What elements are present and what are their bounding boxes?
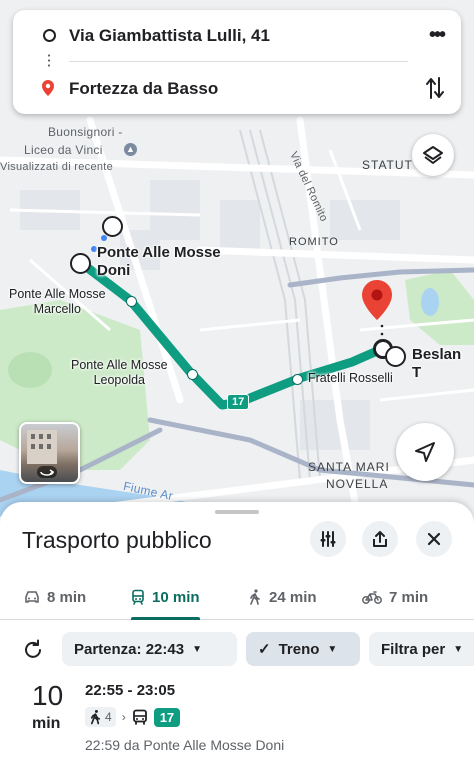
refresh-icon[interactable] xyxy=(22,639,44,661)
walk-icon xyxy=(90,709,101,725)
route-stop-marcello[interactable] xyxy=(126,296,137,307)
destination-pin-icon[interactable] xyxy=(362,280,392,320)
map-label-novella: NOVELLA xyxy=(326,477,389,491)
duration-number: 10 xyxy=(32,680,64,711)
tab-walking[interactable]: 24 min xyxy=(248,575,317,619)
duration-unit: min xyxy=(32,715,61,732)
route-stop-fratelli[interactable] xyxy=(292,374,303,385)
stop-label-doni-line1: Ponte Alle Mosse xyxy=(97,244,221,261)
layers-button[interactable] xyxy=(412,134,454,176)
map-view[interactable]: Buonsignori - Liceo da Vinci ▲ Visualizz… xyxy=(0,0,474,530)
tab-driving[interactable]: 8 min xyxy=(24,575,86,619)
walk-minutes: 4 xyxy=(105,710,112,724)
line-badge: 17 xyxy=(153,707,181,727)
train-filter-label: Treno xyxy=(278,640,320,658)
card-divider xyxy=(69,61,408,62)
route-line-badge: 17 xyxy=(227,394,250,410)
chevron-right-icon: › xyxy=(121,710,126,724)
bike-icon xyxy=(362,591,382,604)
stop-label-marcello: Ponte Alle Mosse Marcello xyxy=(9,287,106,317)
departure-time-label: Partenza: 22:43 xyxy=(74,640,185,658)
walk-step: 4 xyxy=(85,707,116,727)
tab-cycling[interactable]: 7 min xyxy=(362,575,428,619)
close-icon xyxy=(427,532,441,546)
destination-stop-marker[interactable] xyxy=(385,346,406,367)
map-label-liceo: Liceo da Vinci xyxy=(24,143,103,157)
walk-icon xyxy=(250,589,260,605)
tab-driving-label: 8 min xyxy=(47,588,87,606)
origin-field[interactable]: Via Giambattista Lulli, 41 xyxy=(69,26,270,46)
chevron-down-icon: ▼ xyxy=(453,643,464,655)
map-label-statuto: STATUT xyxy=(362,158,413,172)
train-icon xyxy=(132,589,144,605)
map-label-santa-maria: SANTA MARI xyxy=(308,460,390,474)
departure-info: 22:59 da Ponte Alle Mosse Doni xyxy=(85,737,285,753)
tab-cycling-label: 7 min xyxy=(389,588,429,606)
map-label-romito: ROMITO xyxy=(289,236,339,248)
dotted-connector xyxy=(48,53,50,69)
more-options-icon[interactable]: ••• xyxy=(429,24,446,47)
stop-label-fratelli: Fratelli Rosselli xyxy=(308,371,393,385)
swap-icon[interactable] xyxy=(426,76,444,100)
my-location-button[interactable] xyxy=(396,423,454,481)
route-steps: 4 › 17 xyxy=(85,706,181,728)
tab-walking-label: 24 min xyxy=(269,588,317,606)
route-stop-leopolda[interactable] xyxy=(187,369,198,380)
sheet-drag-handle[interactable] xyxy=(215,510,259,514)
stop-label-doni-line2: Doni xyxy=(97,262,131,279)
close-button[interactable] xyxy=(416,521,452,557)
layers-icon xyxy=(423,146,443,164)
boarding-stop-marker[interactable] xyxy=(70,253,91,274)
share-button[interactable] xyxy=(362,521,398,557)
stop-label-doni: Ponte Alle Mosse Doni xyxy=(97,244,221,280)
time-range: 22:55 - 23:05 xyxy=(85,682,176,699)
travel-mode-tabs: 8 min 10 min 24 min 7 min xyxy=(0,575,474,620)
stop-label-marcello-line2: Marcello xyxy=(33,302,81,316)
stop-label-leopolda-line2: Leopolda xyxy=(93,373,146,387)
filter-label: Filtra per xyxy=(381,640,446,658)
school-icon: ▲ xyxy=(124,143,137,156)
map-label-buonsignori: Buonsignori - xyxy=(48,125,123,139)
destination-pin-small-icon xyxy=(42,80,54,96)
car-icon xyxy=(25,591,39,603)
check-icon: ✓ xyxy=(258,641,271,658)
options-button[interactable] xyxy=(310,521,346,557)
chevron-down-icon: ▼ xyxy=(327,643,338,655)
sheet-title: Trasporto pubblico xyxy=(22,527,212,553)
stop-label-leopolda: Ponte Alle Mosse Leopolda xyxy=(71,358,168,388)
stop-label-marcello-line1: Ponte Alle Mosse xyxy=(9,287,106,301)
directions-card: Via Giambattista Lulli, 41 Fortezza da B… xyxy=(13,10,461,114)
tune-icon xyxy=(320,531,336,547)
bus-icon xyxy=(132,709,147,725)
map-label-recent: Visualizzati di recente xyxy=(0,161,114,173)
share-icon xyxy=(373,531,387,547)
tab-transit-label: 10 min xyxy=(152,588,200,606)
train-filter-chip[interactable]: ✓ Treno ▼ xyxy=(246,632,360,666)
directions-sheet: Trasporto pubblico 8 min 10 min 24 min 7… xyxy=(0,502,474,768)
stop-label-beslan: Beslan T xyxy=(412,346,462,381)
destination-field[interactable]: Fortezza da Basso xyxy=(69,79,218,99)
street-view-icon xyxy=(37,466,57,478)
filter-chip[interactable]: Filtra per ▼ xyxy=(369,632,474,666)
origin-circle-icon xyxy=(43,29,56,42)
street-view-thumbnail[interactable] xyxy=(19,422,80,484)
navigation-arrow-icon xyxy=(415,442,435,462)
chevron-down-icon: ▼ xyxy=(192,643,202,655)
tab-transit[interactable]: 10 min xyxy=(131,575,200,620)
origin-marker[interactable] xyxy=(102,216,123,237)
stop-label-leopolda-line1: Ponte Alle Mosse xyxy=(71,358,168,372)
departure-time-chip[interactable]: Partenza: 22:43 ▼ xyxy=(62,632,237,666)
